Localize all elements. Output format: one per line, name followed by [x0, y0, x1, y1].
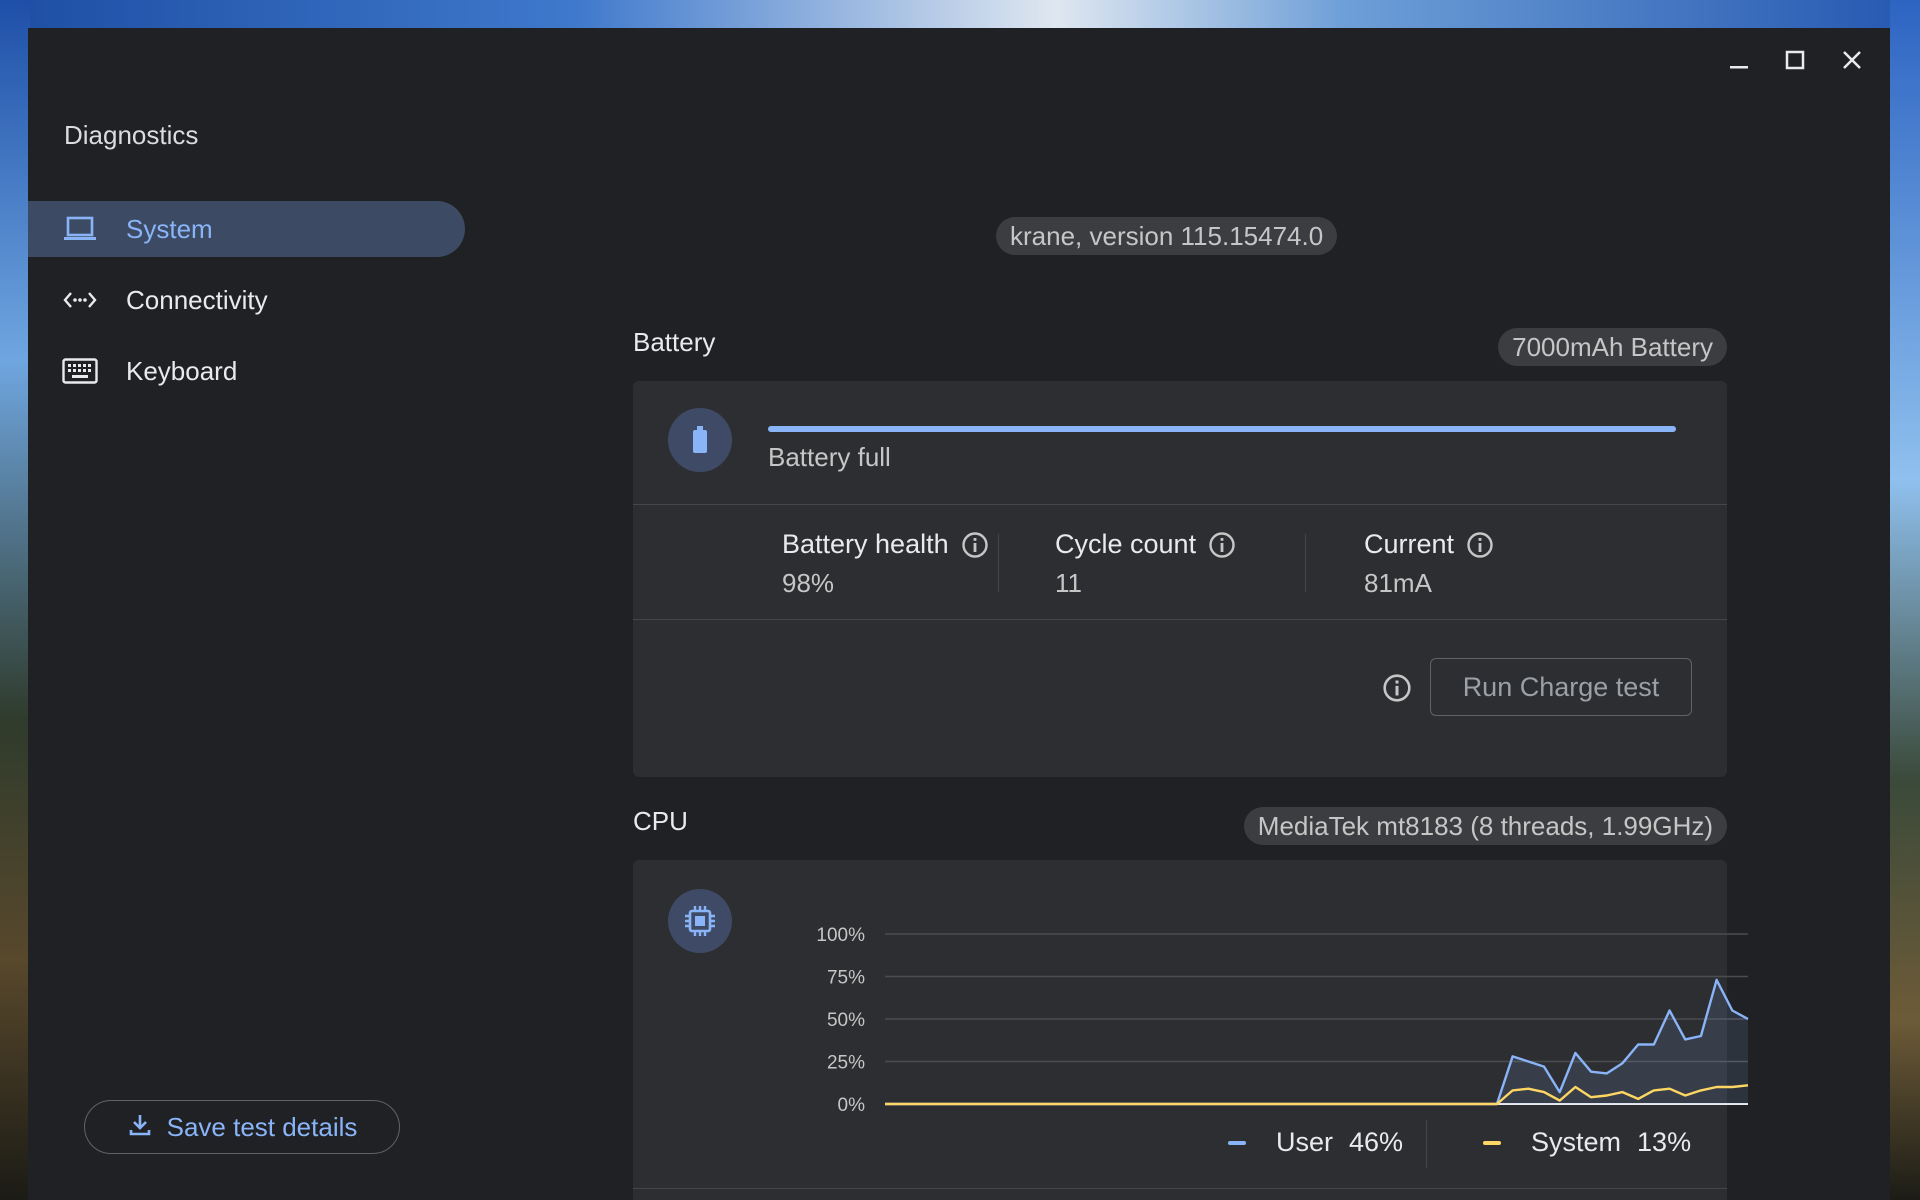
sidebar-item-keyboard[interactable]: Keyboard [28, 343, 465, 399]
info-icon[interactable] [1466, 531, 1494, 559]
wallpaper-right [1890, 0, 1920, 1200]
charge-test-info-icon[interactable] [1382, 673, 1412, 708]
current-label-text: Current [1364, 529, 1455, 559]
battery-divider-top [633, 504, 1727, 505]
legend-user-label: User [1276, 1127, 1334, 1157]
maximize-button[interactable] [1777, 42, 1813, 78]
cpu-section-title: CPU [633, 806, 688, 836]
legend-system-label: System [1531, 1127, 1622, 1157]
wallpaper-top [0, 0, 1920, 28]
sidebar-item-label: Connectivity [126, 284, 268, 315]
version-chip: krane, version 115.15474.0 [996, 217, 1338, 255]
battery-health-value: 98% [782, 568, 835, 598]
battery-charge-fill [768, 426, 1676, 432]
legend-system-value: 13% [1637, 1127, 1692, 1157]
save-test-details-label: Save test details [166, 1111, 358, 1142]
info-icon[interactable] [1208, 531, 1236, 559]
close-button[interactable] [1834, 42, 1870, 78]
app-title: Diagnostics [64, 120, 199, 150]
y-tick-label: 50% [827, 1010, 865, 1031]
cpu-divider [633, 1188, 1727, 1189]
cycle-count-value: 11 [1055, 568, 1082, 598]
maximize-icon [1785, 50, 1805, 70]
legend-swatch-user [1228, 1140, 1246, 1145]
sidebar-item-label: System [126, 213, 213, 244]
sidebar-item-label: Keyboard [126, 355, 238, 386]
run-charge-test-button[interactable]: Run Charge test [1430, 658, 1692, 716]
legend-divider [1426, 1120, 1427, 1168]
legend-user-value: 46% [1349, 1127, 1404, 1157]
y-tick-label: 0% [838, 1095, 866, 1116]
battery-section-title: Battery [633, 327, 716, 357]
cpu-model-chip: MediaTek mt8183 (8 threads, 1.99GHz) [1243, 807, 1727, 845]
cycle-count-label-text: Cycle count [1055, 529, 1197, 559]
diagnostics-window: Diagnostics System Connectivity Keyboard… [28, 28, 1890, 1200]
sidebar-item-connectivity[interactable]: Connectivity [28, 272, 465, 328]
minimize-button[interactable] [1721, 42, 1757, 78]
legend-swatch-system [1483, 1140, 1501, 1145]
save-test-details-button[interactable]: Save test details [84, 1100, 400, 1154]
series-area-user [885, 979, 1748, 1104]
battery-health-label-text: Battery health [782, 529, 949, 559]
stat-divider [998, 534, 999, 592]
battery-status: Battery full [768, 442, 891, 472]
y-tick-label: 100% [816, 925, 865, 946]
cpu-chip-icon [668, 889, 732, 953]
laptop-icon [62, 211, 98, 247]
y-tick-label: 75% [827, 968, 865, 989]
close-icon [1843, 51, 1861, 69]
cycle-count-label: Cycle count [1055, 529, 1236, 560]
connectivity-icon [62, 282, 98, 318]
legend-system: System 13% [1483, 1127, 1691, 1158]
battery-capacity-chip: 7000mAh Battery [1498, 328, 1727, 366]
y-tick-label: 25% [827, 1053, 865, 1074]
download-icon [127, 1112, 153, 1143]
minimize-icon [1730, 66, 1748, 69]
battery-divider-bottom [633, 619, 1727, 620]
battery-icon [668, 408, 732, 472]
current-value: 81mA [1364, 568, 1432, 598]
sidebar-item-system[interactable]: System [28, 201, 465, 257]
info-icon[interactable] [961, 531, 989, 559]
battery-charge-progress [768, 426, 1676, 432]
keyboard-icon [62, 353, 98, 389]
current-label: Current [1364, 529, 1494, 560]
cpu-usage-chart: 100% 75% 50% 25% 0% [816, 925, 1749, 1116]
stat-divider [1305, 534, 1306, 592]
legend-user: User 46% [1228, 1127, 1403, 1158]
wallpaper-left [0, 0, 30, 1200]
battery-health-label: Battery health [782, 529, 989, 560]
